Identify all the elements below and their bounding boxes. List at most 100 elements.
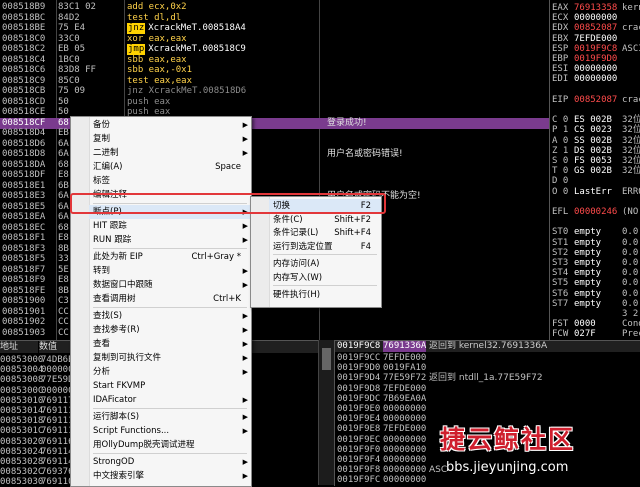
disasm-row[interactable]: 008518C4 1BC0 sbb eax,eax bbox=[0, 55, 549, 66]
disasm-address: 008518CD bbox=[2, 96, 46, 107]
context-menu-item[interactable]: 复制 ▶ bbox=[89, 132, 251, 146]
disasm-hex: 75 E4 bbox=[58, 23, 86, 33]
submenu-arrow-icon: ▶ bbox=[242, 354, 248, 362]
registers-pane[interactable]: EAX76913358kerneECX00000000EDX00852087cr… bbox=[549, 0, 640, 340]
context-menu-item[interactable]: 二进制 ▶ bbox=[89, 146, 251, 160]
context-menu-item[interactable]: IDAFicator ▶ bbox=[89, 393, 251, 407]
disasm-row[interactable]: 008518C0 33C0 xor eax,eax bbox=[0, 34, 549, 45]
menu-item-label: 转到 bbox=[93, 266, 111, 276]
context-menu-item[interactable]: 查看调用树 Ctrl+K bbox=[89, 292, 251, 306]
disasm-row[interactable]: 008518B9 83C1 02 add ecx,0x2 bbox=[0, 2, 549, 13]
disasm-operand: xor eax,eax bbox=[127, 33, 187, 44]
context-menu-item[interactable]: 查找(S) ▶ bbox=[89, 309, 251, 323]
submenu-item[interactable]: 切换 F2 bbox=[269, 199, 381, 213]
disasm-hex: 33 bbox=[58, 254, 69, 264]
menu-separator bbox=[93, 248, 247, 249]
context-menu-item[interactable]: 分析 ▶ bbox=[89, 365, 251, 379]
context-menu-item[interactable]: 用OllyDump脱壳调试进程 bbox=[89, 438, 251, 452]
register-extra: 0.0 bbox=[622, 268, 639, 279]
context-menu[interactable]: 备份 ▶ 复制 ▶ 二进制 ▶ 汇编(A) Space 标签 编辑注释 断点(P) ▶ HIT 跟踪 ▶ R… bbox=[70, 116, 252, 487]
disasm-hex: 68 bbox=[58, 222, 69, 233]
disasm-address: 008518F7 bbox=[2, 264, 46, 275]
context-menu-item[interactable]: HIT 跟踪 ▶ bbox=[89, 219, 251, 233]
context-menu-item[interactable]: 断点(P) ▶ bbox=[89, 205, 251, 219]
disasm-hex: 83D8 FF bbox=[58, 65, 96, 75]
register-extra: ASCII bbox=[622, 43, 640, 54]
disasm-address: 008518DF bbox=[2, 170, 46, 180]
disasm-address: 008518CB bbox=[2, 86, 46, 96]
disasm-hex: 6A bbox=[58, 201, 69, 212]
submenu-item-shortcut: F2 bbox=[360, 201, 371, 211]
submenu-item-shortcut: Shift+F2 bbox=[334, 214, 371, 225]
disasm-address: 008518E3 bbox=[2, 191, 46, 201]
disasm-row[interactable]: 008518CB 75 09 jnz XcrackMeT.008518D6 bbox=[0, 86, 549, 97]
context-menu-item[interactable]: 数据窗口中跟随 ▶ bbox=[89, 278, 251, 292]
menu-item-label: 数据窗口中跟随 bbox=[93, 280, 153, 290]
menu-item-label: StrongOD bbox=[93, 457, 135, 467]
register-extra: 0.0 bbox=[622, 258, 639, 268]
context-menu-item[interactable]: 此处为新 EIP Ctrl+Gray * bbox=[89, 250, 251, 264]
menu-item-label: 复制 bbox=[93, 134, 111, 144]
dump-scrollbar-thumb[interactable] bbox=[322, 348, 331, 370]
disasm-hex: C3 bbox=[58, 296, 69, 306]
register-name: FCW bbox=[552, 329, 569, 340]
context-menu-item[interactable]: 汇编(A) Space bbox=[89, 160, 251, 174]
context-menu-item[interactable]: 运行脚本(S) ▶ bbox=[89, 410, 251, 424]
submenu-item[interactable]: 条件(C) Shift+F2 bbox=[269, 213, 381, 227]
menu-item-label: Start FKVMP bbox=[93, 381, 146, 391]
context-menu-item[interactable]: 标签 bbox=[89, 174, 251, 188]
context-menu-item[interactable]: 备份 ▶ bbox=[89, 118, 251, 132]
disasm-hex: CC bbox=[58, 317, 69, 327]
submenu-item[interactable]: 硬件执行(H) bbox=[269, 288, 381, 302]
menu-separator bbox=[273, 254, 377, 255]
disasm-address: 008518BE bbox=[2, 23, 46, 33]
disasm-hex: E8 bbox=[58, 233, 69, 243]
disasm-address: 008518F3 bbox=[2, 243, 46, 254]
disasm-row[interactable]: 008518CD 50 push eax bbox=[0, 97, 549, 108]
disasm-instruction: test dl,dl bbox=[127, 13, 181, 24]
context-menu-item[interactable]: Script Functions... ▶ bbox=[89, 424, 251, 438]
disasm-operand: test eax,eax bbox=[127, 75, 193, 86]
menu-item-label: IDAFicator bbox=[93, 395, 137, 405]
context-menu-item[interactable]: 查找参考(R) ▶ bbox=[89, 323, 251, 337]
submenu-item[interactable]: 内存写入(W) bbox=[269, 271, 381, 285]
menu-item-shortcut: Space bbox=[215, 162, 241, 172]
disasm-row[interactable]: 008518BE 75 E4 jnz XcrackMeT.008518A4 bbox=[0, 23, 549, 34]
disasm-row[interactable]: 008518BC 84D2 test dl,dl bbox=[0, 13, 549, 24]
register-value[interactable]: 027F bbox=[574, 329, 622, 340]
submenu-item[interactable]: 内存访问(A) bbox=[269, 257, 381, 271]
submenu-arrow-icon: ▶ bbox=[242, 413, 248, 421]
disasm-address: 008518D4 bbox=[2, 128, 46, 138]
context-menu-item[interactable]: StrongOD ▶ bbox=[89, 455, 251, 469]
jump-mnemonic: jmp bbox=[127, 44, 146, 55]
breakpoint-submenu[interactable]: 切换 F2 条件(C) Shift+F2 条件记录(L) Shift+F4 运行到选定位置 F… bbox=[250, 196, 382, 308]
disasm-row[interactable]: 008518C2 EB 05 jmp XcrackMeT.008518C9 bbox=[0, 44, 549, 55]
menu-item-label: 断点(P) bbox=[93, 207, 122, 217]
menu-item-label: 分析 bbox=[93, 367, 111, 377]
submenu-item-label: 硬件执行(H) bbox=[273, 290, 321, 300]
context-menu-item[interactable]: RUN 跟踪 ▶ bbox=[89, 233, 251, 247]
register-extra: 32位 bbox=[622, 166, 640, 177]
menu-item-label: 汇编(A) bbox=[93, 162, 123, 172]
register-row[interactable]: FCW 027FPrec NEA bbox=[552, 329, 640, 340]
dump-address-header[interactable]: 地址 bbox=[0, 341, 38, 353]
dump-scrollbar[interactable] bbox=[318, 340, 335, 485]
context-menu-item[interactable]: 复制到可执行文件 ▶ bbox=[89, 351, 251, 365]
disasm-row[interactable]: 008518C9 85C0 test eax,eax bbox=[0, 76, 549, 87]
context-menu-item[interactable]: 转到 ▶ bbox=[89, 264, 251, 278]
context-menu-item[interactable]: Start FKVMP bbox=[89, 379, 251, 393]
watermark-url: bbs.jieyunjing.com bbox=[446, 460, 569, 475]
stack-top-row[interactable]: 0019F9C8 7691336A 返回到 kernel32.7691336A bbox=[335, 341, 640, 352]
submenu-arrow-icon: ▶ bbox=[242, 135, 248, 143]
submenu-item-shortcut: F4 bbox=[360, 241, 371, 252]
stack-value: 00000000 bbox=[383, 475, 427, 486]
context-menu-item[interactable]: 编辑注释 bbox=[89, 188, 251, 202]
submenu-arrow-icon: ▶ bbox=[242, 281, 248, 289]
context-menu-item[interactable]: 查看 ▶ bbox=[89, 337, 251, 351]
disasm-row[interactable]: 008518C6 83D8 FF sbb eax,-0x1 bbox=[0, 65, 549, 76]
stack-row[interactable]: 0019F9FC 00000000 bbox=[335, 475, 640, 486]
submenu-item[interactable]: 运行到选定位置 F4 bbox=[269, 240, 381, 254]
submenu-item[interactable]: 条件记录(L) Shift+F4 bbox=[269, 226, 381, 240]
context-menu-item[interactable]: 中文搜索引擎 ▶ bbox=[89, 469, 251, 483]
disasm-instruction: jmp XcrackMeT.008518C9 bbox=[127, 44, 246, 55]
